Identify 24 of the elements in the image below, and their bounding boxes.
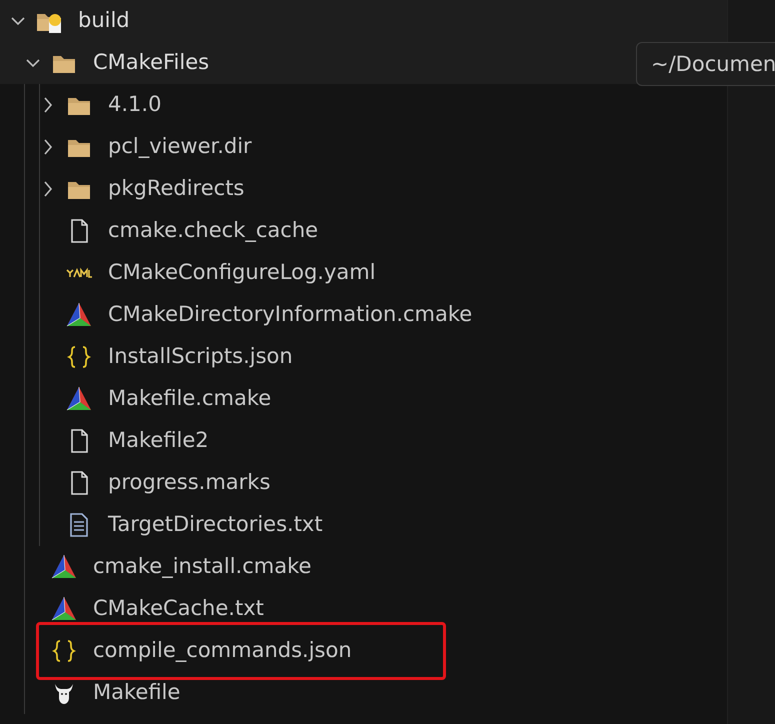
triangle-icon — [51, 596, 77, 622]
file-name[interactable]: TargetDirectories.txt — [108, 509, 323, 541]
file-name[interactable]: compile_commands.json — [93, 635, 352, 667]
folder-name[interactable]: CMakeFiles — [93, 47, 210, 79]
file-name[interactable]: progress.marks — [108, 467, 270, 499]
triangle-icon — [66, 386, 92, 412]
triangle-icon — [51, 554, 77, 580]
folder-name[interactable]: pcl_viewer.dir — [108, 131, 252, 163]
file-name[interactable]: CMakeCache.txt — [93, 593, 264, 625]
file-name[interactable]: cmake.check_cache — [108, 215, 318, 247]
file-name[interactable]: cmake_install.cmake — [93, 551, 312, 583]
folder-name[interactable]: build — [78, 5, 130, 37]
file-name[interactable]: Makefile.cmake — [108, 383, 272, 415]
path-tooltip: ~/Documen — [636, 42, 775, 86]
folder-name[interactable]: 4.1.0 — [108, 89, 162, 121]
triangle-icon — [66, 302, 92, 328]
file-name[interactable]: CMakeDirectoryInformation.cmake — [108, 299, 472, 331]
file-name[interactable]: InstallScripts.json — [108, 341, 293, 373]
file-name[interactable]: Makefile — [93, 677, 180, 709]
braces-icon — [66, 344, 92, 370]
folder-name[interactable]: pkgRedirects — [108, 173, 244, 205]
file-name[interactable]: Makefile2 — [108, 425, 209, 457]
braces-icon — [51, 638, 77, 664]
file-name[interactable]: CMakeConfigureLog.yaml — [108, 257, 376, 289]
